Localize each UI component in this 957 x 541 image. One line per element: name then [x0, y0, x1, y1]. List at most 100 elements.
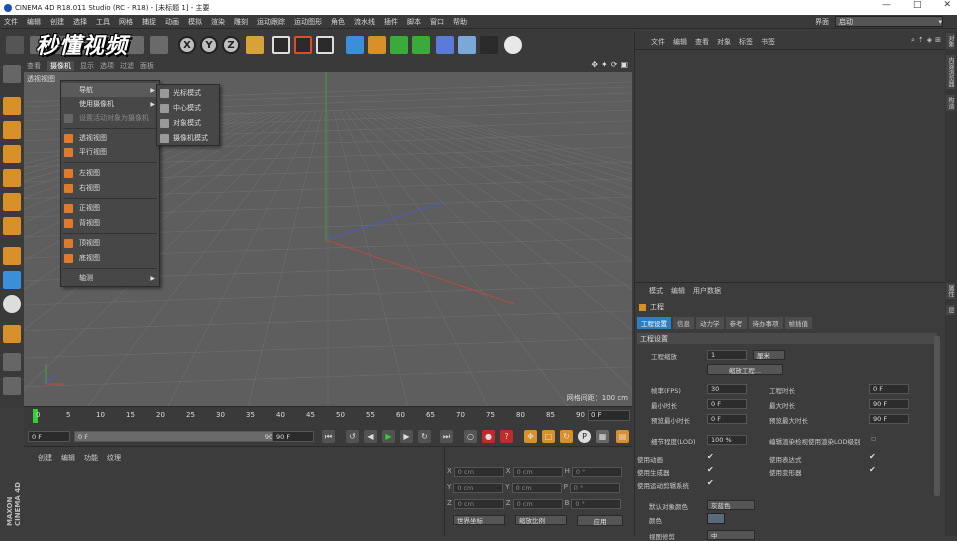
submenu-cursor-mode[interactable]: 光标模式: [157, 86, 219, 100]
preview-min-field[interactable]: 0 F: [707, 414, 747, 424]
rotation-b-field[interactable]: 0 °: [571, 499, 622, 509]
menu-item-right[interactable]: 右视图: [61, 181, 159, 195]
menu-item-top[interactable]: 顶视图: [61, 236, 159, 250]
color-swatch[interactable]: [707, 513, 725, 524]
material-tab-edit[interactable]: 编辑: [61, 453, 75, 463]
objmgr-tab-bookmarks[interactable]: 书签: [761, 37, 775, 47]
next-frame-icon[interactable]: ▶: [400, 430, 413, 443]
ptab-info[interactable]: 信息: [673, 317, 694, 329]
menu-item-left[interactable]: 左视图: [61, 166, 159, 180]
goto-start-icon[interactable]: ⏮: [322, 430, 335, 443]
pan-view-icon[interactable]: ✥: [591, 60, 598, 69]
position-x-field[interactable]: 0 cm: [453, 467, 504, 477]
ptab-reference[interactable]: 参考: [725, 317, 747, 329]
light-icon[interactable]: [504, 36, 522, 54]
filter-icon[interactable]: ◈: [927, 36, 932, 45]
cloner-icon[interactable]: [412, 36, 430, 54]
menu-item-bottom[interactable]: 底视图: [61, 251, 159, 265]
side-tab-content-browser[interactable]: 内容浏览器: [946, 55, 955, 89]
axis-lock-icon[interactable]: [150, 36, 168, 54]
record-icon[interactable]: ●: [482, 430, 495, 443]
scale-unit-select[interactable]: 厘米: [753, 350, 785, 360]
axis-mode-icon[interactable]: [3, 247, 21, 265]
scale-mode-select[interactable]: 缩放比例: [515, 515, 567, 525]
rotation-p-field[interactable]: 0 °: [569, 483, 620, 493]
menu-tools[interactable]: 工具: [96, 17, 110, 27]
current-frame-field[interactable]: 0 F: [588, 410, 630, 421]
menu-item-front[interactable]: 正视图: [61, 201, 159, 215]
attr-tab-edit[interactable]: 编辑: [671, 286, 685, 296]
submenu-center-mode[interactable]: 中心模式: [157, 101, 219, 115]
render-settings-icon[interactable]: [316, 36, 334, 54]
prev-key-icon[interactable]: ↺: [346, 430, 359, 443]
axis-y-button[interactable]: Y: [200, 36, 218, 54]
size-x-field[interactable]: 0 cm: [512, 467, 563, 477]
menu-simulate[interactable]: 模拟: [188, 17, 202, 27]
menu-item-perspective[interactable]: 透视视图: [61, 131, 159, 145]
timeline-ruler[interactable]: 0 5 10 15 20 25 30 35 40 45 50 55 60 65 70 75 80 85 90 0 F: [24, 406, 632, 428]
side-tab-layers[interactable]: 层: [946, 305, 955, 315]
menu-edit[interactable]: 编辑: [27, 17, 41, 27]
close-button[interactable]: ✕: [943, 0, 951, 10]
menu-item-back[interactable]: 背视图: [61, 216, 159, 230]
coordinate-system-icon[interactable]: [246, 36, 264, 54]
rotate-key-icon[interactable]: ↻: [560, 430, 573, 443]
material-tab-texture[interactable]: 纹理: [107, 453, 121, 463]
use-animation-checkbox[interactable]: ✔: [707, 452, 714, 461]
pla-key-icon[interactable]: ▦: [596, 430, 609, 443]
max-time-field[interactable]: 90 F: [869, 399, 909, 409]
viewport-tab-filter[interactable]: 过滤: [120, 61, 134, 71]
min-time-field[interactable]: 0 F: [707, 399, 747, 409]
search-icon[interactable]: ⌕: [911, 36, 915, 45]
subdivision-icon[interactable]: [390, 36, 408, 54]
edges-mode-icon[interactable]: [3, 193, 21, 211]
menu-pipeline[interactable]: 流水线: [354, 17, 375, 27]
move-key-icon[interactable]: ✥: [524, 430, 537, 443]
tweak-mode-icon[interactable]: [3, 271, 21, 289]
apply-button[interactable]: 应用: [577, 515, 623, 526]
side-tab-structure[interactable]: 构造: [946, 95, 955, 111]
snap-icon[interactable]: [3, 295, 21, 313]
autokey-icon[interactable]: ?: [500, 430, 513, 443]
axis-x-button[interactable]: X: [178, 36, 196, 54]
menu-motion-tracking[interactable]: 运动跟踪: [257, 17, 285, 27]
menu-render[interactable]: 渲染: [211, 17, 225, 27]
menu-item-navigation[interactable]: 导航 ▶: [61, 83, 159, 97]
floor-icon[interactable]: [458, 36, 476, 54]
submenu-object-mode[interactable]: 对象模式: [157, 116, 219, 130]
ptab-dynamics[interactable]: 动力学: [696, 317, 724, 329]
menu-mograph[interactable]: 运动图形: [294, 17, 322, 27]
preview-range-slider[interactable]: 0 F 90 F: [74, 431, 284, 442]
menu-create[interactable]: 创建: [50, 17, 64, 27]
submenu-camera-mode[interactable]: 摄像机模式: [157, 131, 219, 145]
viewport-tab-cameras[interactable]: 摄像机: [47, 60, 74, 71]
ptab-todo[interactable]: 待办事项: [748, 317, 783, 329]
polygons-mode-icon[interactable]: [3, 217, 21, 235]
viewport-tab-panel[interactable]: 面板: [140, 61, 154, 71]
menu-file[interactable]: 文件: [4, 17, 18, 27]
project-time-field[interactable]: 0 F: [869, 384, 909, 394]
undo-icon[interactable]: [6, 36, 24, 54]
viewport-tab-options[interactable]: 选项: [100, 61, 114, 71]
deformer-icon[interactable]: [436, 36, 454, 54]
camera-icon[interactable]: [480, 36, 498, 54]
objmgr-tab-tags[interactable]: 标签: [739, 37, 753, 47]
menu-sculpt[interactable]: 雕刻: [234, 17, 248, 27]
new-window-icon[interactable]: ⊞: [935, 36, 941, 45]
prev-frame-icon[interactable]: ◀: [364, 430, 377, 443]
menu-animate[interactable]: 动画: [165, 17, 179, 27]
next-key-icon[interactable]: ↻: [418, 430, 431, 443]
scale-field[interactable]: 1: [707, 350, 747, 360]
default-color-select[interactable]: 灰蓝色: [707, 500, 755, 510]
menu-script[interactable]: 脚本: [407, 17, 421, 27]
axis-z-button[interactable]: Z: [222, 36, 240, 54]
render-lod-checkbox[interactable]: ▫: [871, 434, 876, 443]
attribute-scrollbar[interactable]: [934, 336, 940, 496]
maximize-button[interactable]: □: [913, 0, 922, 10]
goto-end-icon[interactable]: ⏭: [440, 430, 453, 443]
zoom-view-icon[interactable]: ✦: [601, 60, 608, 69]
menu-character[interactable]: 角色: [331, 17, 345, 27]
play-icon[interactable]: ▶: [382, 430, 395, 443]
objmgr-tab-view[interactable]: 查看: [695, 37, 709, 47]
render-view-icon[interactable]: [272, 36, 290, 54]
